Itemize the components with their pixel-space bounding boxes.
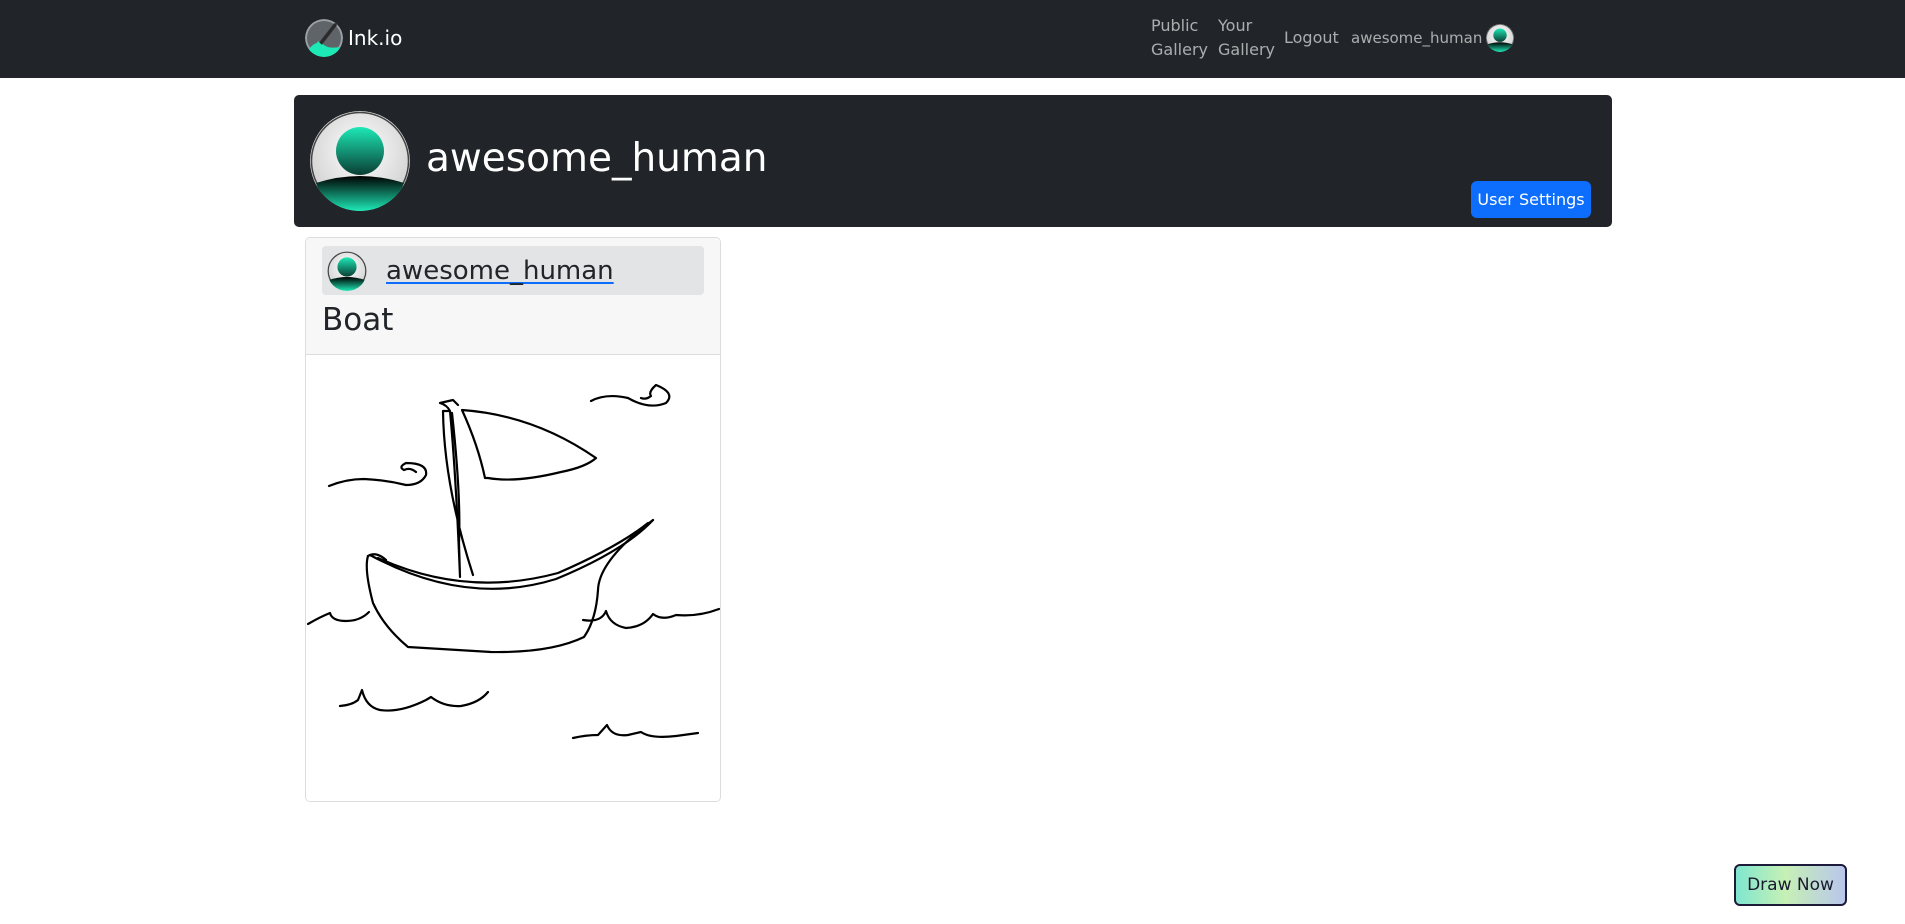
drawing-title: Boat [322, 302, 394, 338]
drawing-author-link[interactable]: awesome_human [322, 246, 704, 295]
nav-logout[interactable]: Logout [1284, 26, 1339, 50]
sailboat-sketch[interactable] [306, 355, 720, 801]
nav-public-gallery-line1: Public [1151, 16, 1199, 35]
author-avatar-icon [327, 250, 367, 291]
profile-username: awesome_human [426, 136, 768, 181]
profile-avatar-icon [310, 111, 410, 211]
user-settings-button[interactable]: User Settings [1471, 181, 1591, 218]
brand-home-link[interactable]: Ink.io [305, 19, 402, 57]
nav-your-gallery-line1: Your [1218, 16, 1253, 35]
user-avatar-icon [1486, 24, 1515, 52]
drawing-card-header: awesome_human Boat [306, 238, 720, 355]
nav-username: awesome_human [1351, 29, 1483, 47]
nav-user-menu[interactable]: awesome_human [1351, 23, 1515, 53]
top-navbar: Ink.io Public Gallery Your Gallery Logou… [0, 0, 1905, 78]
nav-your-gallery[interactable]: Your Gallery [1218, 14, 1275, 62]
nav-public-gallery-line2: Gallery [1151, 40, 1208, 59]
brand-name: Ink.io [348, 26, 403, 50]
profile-header: awesome_human User Settings [294, 95, 1612, 227]
draw-now-button[interactable]: Draw Now [1734, 864, 1847, 906]
nav-your-gallery-line2: Gallery [1218, 40, 1275, 59]
paintbrush-logo-icon [305, 19, 343, 57]
drawing-author-name: awesome_human [386, 255, 614, 286]
drawing-card[interactable]: awesome_human Boat [305, 237, 721, 802]
nav-public-gallery[interactable]: Public Gallery [1151, 14, 1208, 62]
